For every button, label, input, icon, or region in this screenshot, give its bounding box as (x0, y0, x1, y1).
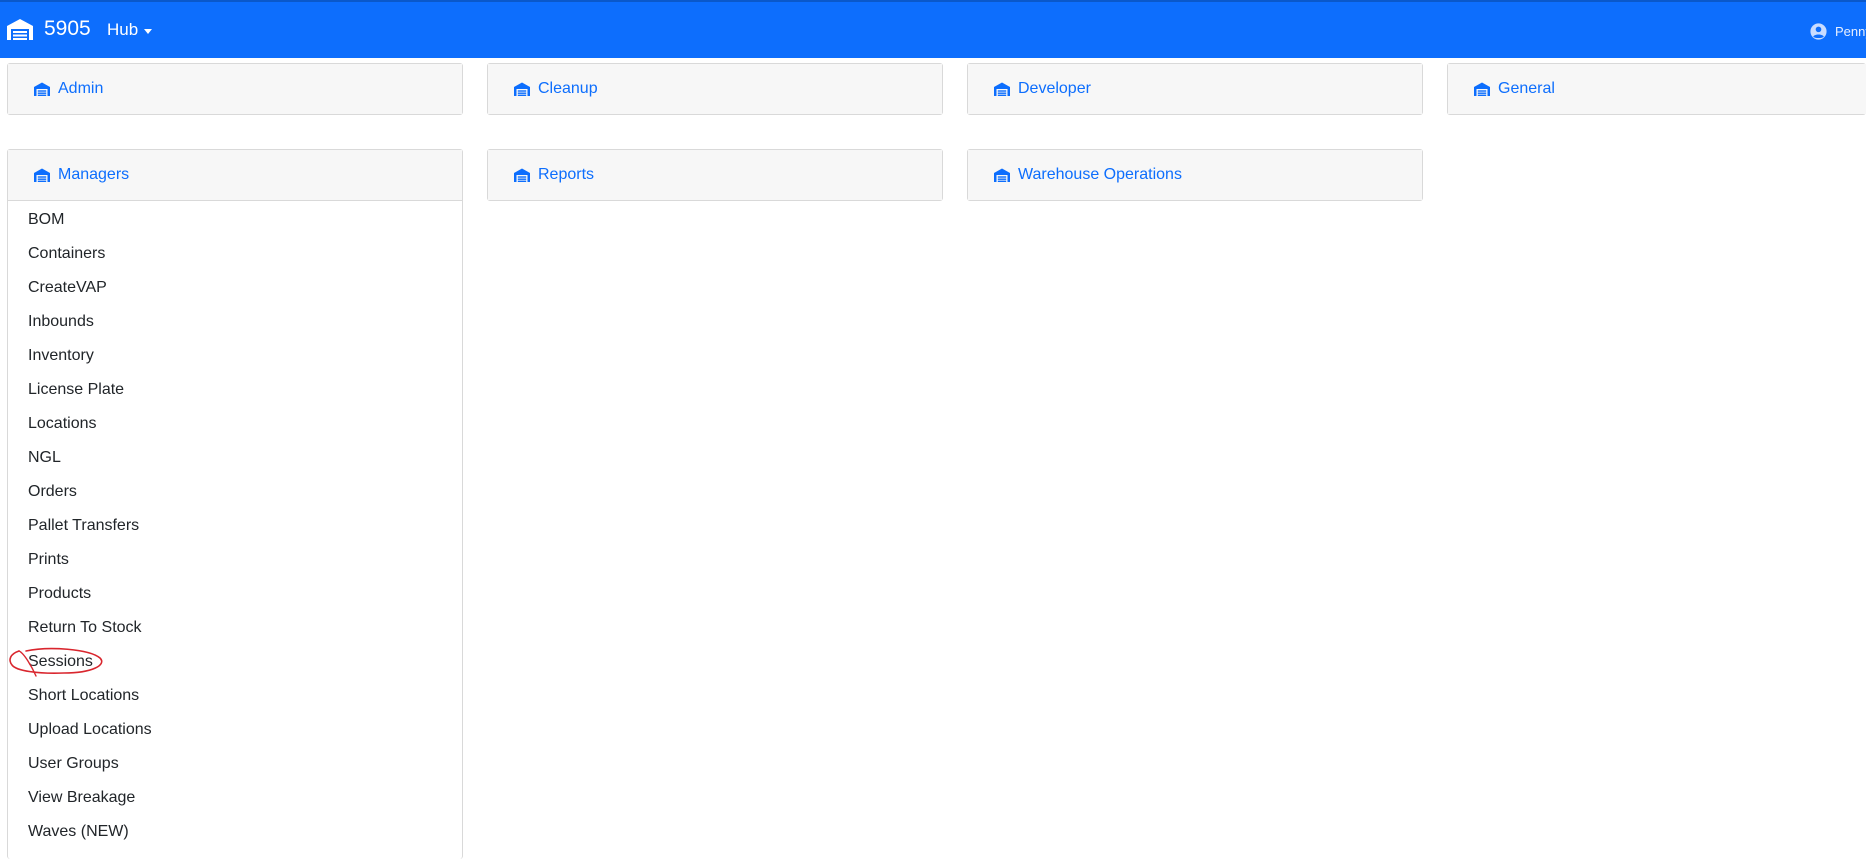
manager-link-bom[interactable]: BOM (8, 203, 462, 237)
warehouse-icon (34, 82, 50, 96)
card-title-warehouse-operations: Warehouse Operations (1018, 166, 1182, 183)
card-warehouse-operations: Warehouse Operations (967, 149, 1423, 201)
manager-link-pallet-transfers[interactable]: Pallet Transfers (8, 509, 462, 543)
managers-list: BOM Containers CreateVAP Inbounds Invent… (8, 203, 462, 849)
warehouse-icon (514, 82, 530, 96)
manager-link-return-to-stock[interactable]: Return To Stock (8, 611, 462, 645)
manager-link-containers[interactable]: Containers (8, 237, 462, 271)
manager-link-sessions[interactable]: Sessions (8, 645, 462, 679)
manager-link-inventory[interactable]: Inventory (8, 339, 462, 373)
card-header-admin[interactable]: Admin (8, 64, 462, 114)
card-general: General (1447, 63, 1866, 115)
card-header-reports[interactable]: Reports (488, 150, 942, 200)
top-navbar: 5905 Hub Penny (0, 0, 1866, 58)
manager-link-license-plate[interactable]: License Plate (8, 373, 462, 407)
user-circle-icon (1810, 23, 1827, 40)
warehouse-icon (514, 168, 530, 182)
warehouse-icon (994, 168, 1010, 182)
manager-link-view-breakage[interactable]: View Breakage (8, 781, 462, 815)
manager-link-short-locations[interactable]: Short Locations (8, 679, 462, 713)
manager-link-locations[interactable]: Locations (8, 407, 462, 441)
card-title-general: General (1498, 80, 1555, 97)
manager-link-prints[interactable]: Prints (8, 543, 462, 577)
hub-label: Hub (107, 20, 139, 39)
manager-link-ngl[interactable]: NGL (8, 441, 462, 475)
hub-dropdown[interactable]: Hub (107, 20, 153, 40)
card-header-cleanup[interactable]: Cleanup (488, 64, 942, 114)
user-name: Penny (1835, 24, 1866, 39)
card-cleanup: Cleanup (487, 63, 943, 115)
manager-link-inbounds[interactable]: Inbounds (8, 305, 462, 339)
warehouse-icon (994, 82, 1010, 96)
card-title-developer: Developer (1018, 80, 1091, 97)
card-header-managers[interactable]: Managers (8, 150, 462, 201)
card-header-warehouse-operations[interactable]: Warehouse Operations (968, 150, 1422, 200)
card-title-admin: Admin (58, 80, 104, 97)
manager-link-products[interactable]: Products (8, 577, 462, 611)
brand-link[interactable]: 5905 (6, 17, 91, 41)
manager-link-user-groups[interactable]: User Groups (8, 747, 462, 781)
manager-link-orders[interactable]: Orders (8, 475, 462, 509)
card-header-developer[interactable]: Developer (968, 64, 1422, 114)
manager-link-waves-new[interactable]: Waves (NEW) (8, 815, 462, 849)
card-title-reports: Reports (538, 166, 595, 183)
card-header-general[interactable]: General (1448, 64, 1866, 114)
warehouse-icon (34, 168, 50, 182)
manager-link-upload-locations[interactable]: Upload Locations (8, 713, 462, 747)
card-managers: Managers BOM Containers CreateVAP Inboun… (7, 149, 463, 859)
caret-down-icon (144, 28, 153, 34)
manager-link-createvap[interactable]: CreateVAP (8, 271, 462, 305)
brand-text: 5905 (44, 17, 91, 40)
user-menu[interactable]: Penny (1810, 23, 1866, 40)
warehouse-icon (1474, 82, 1490, 96)
card-admin: Admin (7, 63, 463, 115)
card-reports: Reports (487, 149, 943, 201)
card-title-cleanup: Cleanup (538, 80, 598, 97)
card-developer: Developer (967, 63, 1423, 115)
warehouse-icon (7, 19, 33, 40)
card-title-managers: Managers (58, 166, 130, 183)
